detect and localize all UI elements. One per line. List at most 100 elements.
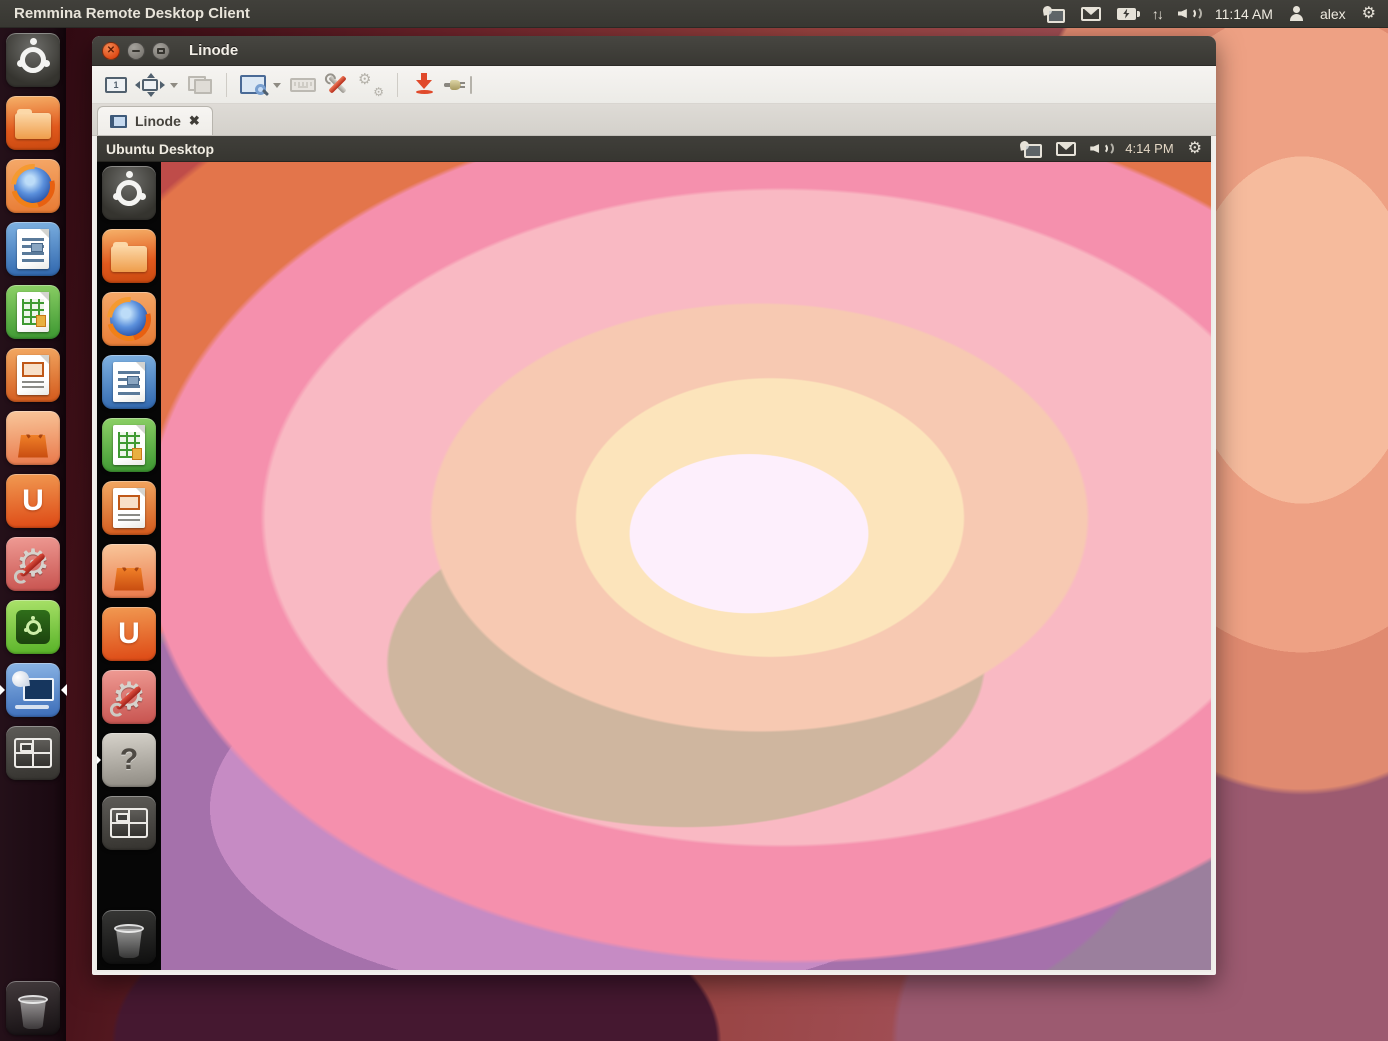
focused-indicator-arrow (61, 684, 67, 696)
magnifier-icon (255, 84, 266, 95)
settings-button[interactable]: ⚙⚙ (357, 70, 385, 100)
ubuntu-one-icon: U (22, 484, 44, 518)
shopping-bag-icon (18, 435, 48, 458)
launcher-item-software-updater[interactable] (6, 600, 60, 654)
disconnect-button[interactable] (444, 70, 472, 100)
remote-wallpaper[interactable] (161, 162, 1211, 970)
launcher-item-workspace-switcher[interactable] (6, 726, 60, 780)
scale-dropdown-caret[interactable] (273, 83, 281, 92)
keyboard-icon (290, 78, 316, 92)
active-app-title: Remmina Remote Desktop Client (0, 5, 250, 22)
launcher-item-firefox[interactable] (6, 159, 60, 213)
minimize-button[interactable] (127, 42, 145, 60)
remote-launcher-item-libreoffice-calc[interactable] (102, 418, 156, 472)
remote-viewport[interactable]: Ubuntu Desktop 4:14 PM ⚙ (95, 136, 1213, 972)
username-label[interactable]: alex (1320, 6, 1346, 22)
calc-document-icon (113, 425, 145, 465)
tab-label: Linode (135, 113, 181, 129)
remote-launcher-item-firefox[interactable] (102, 292, 156, 346)
remote-launcher: U ⚙ ? (97, 162, 161, 970)
plug-icon (444, 76, 472, 94)
battery-icon[interactable] (1117, 8, 1136, 20)
launcher-item-ubuntu-one[interactable]: U (6, 474, 60, 528)
window-title: Linode (189, 42, 238, 59)
scaled-mode-button[interactable] (239, 70, 267, 100)
launcher-item-trash[interactable] (6, 981, 60, 1035)
grab-keyboard-button[interactable] (289, 70, 317, 100)
sync-arrows-icon[interactable]: ↑↓ (1152, 6, 1162, 22)
software-updater-icon (16, 610, 50, 644)
host-launcher: U ⚙ (0, 28, 66, 1041)
remote-launcher-item-trash[interactable] (102, 910, 156, 964)
ubuntu-logo-icon (20, 47, 46, 73)
tab-linode[interactable]: Linode ✖ (97, 106, 213, 135)
remmina-window: ✕ Linode 1 ⚙⚙ Linod (92, 36, 1216, 975)
launcher-item-libreoffice-writer[interactable] (6, 222, 60, 276)
workspace-grid-icon (14, 738, 52, 768)
duplicate-connection-button[interactable] (186, 70, 214, 100)
tools-icon (325, 73, 349, 97)
remmina-icon (12, 671, 54, 709)
remote-screens-icon (110, 115, 127, 128)
remmina-toolbar: 1 ⚙⚙ (92, 66, 1216, 104)
remote-clock[interactable]: 4:14 PM (1125, 141, 1173, 156)
mail-icon[interactable] (1081, 7, 1101, 21)
remote-desktop-indicator-icon[interactable] (1043, 6, 1065, 22)
download-arrow-icon (414, 73, 434, 97)
launcher-item-remmina[interactable] (6, 663, 60, 717)
ubuntu-logo-icon (116, 180, 142, 206)
duplicate-icon (188, 76, 212, 94)
maximize-button[interactable] (152, 42, 170, 60)
fullscreen-button[interactable]: 1 (102, 70, 130, 100)
launcher-item-files[interactable] (6, 96, 60, 150)
remote-launcher-item-system-settings[interactable]: ⚙ (102, 670, 156, 724)
remote-launcher-item-libreoffice-writer[interactable] (102, 355, 156, 409)
connection-tab-bar: Linode ✖ (92, 104, 1216, 136)
tab-close-icon[interactable]: ✖ (189, 113, 200, 129)
remote-launcher-item-help[interactable]: ? (102, 733, 156, 787)
fit-dropdown-caret[interactable] (170, 83, 178, 92)
launcher-item-system-settings[interactable]: ⚙ (6, 537, 60, 591)
writer-document-icon (113, 362, 145, 402)
mail-icon[interactable] (1056, 142, 1076, 156)
folder-icon (15, 113, 51, 139)
calc-document-icon (17, 292, 49, 332)
preferences-button[interactable] (323, 70, 351, 100)
launcher-item-dash-home[interactable] (6, 33, 60, 87)
volume-icon[interactable] (1178, 6, 1199, 21)
remote-tray: 4:14 PM ⚙ (1020, 141, 1202, 157)
running-indicator-arrow (0, 684, 5, 696)
remote-launcher-item-ubuntu-one[interactable]: U (102, 607, 156, 661)
launcher-item-libreoffice-calc[interactable] (6, 285, 60, 339)
launcher-item-libreoffice-impress[interactable] (6, 348, 60, 402)
toolbar-separator (226, 73, 227, 97)
launcher-item-software-center[interactable] (6, 411, 60, 465)
remote-launcher-item-files[interactable] (102, 229, 156, 283)
user-icon[interactable] (1289, 6, 1304, 21)
fullscreen-icon: 1 (105, 77, 127, 93)
trash-icon (114, 924, 144, 958)
host-clock[interactable]: 11:14 AM (1215, 6, 1273, 22)
close-button[interactable]: ✕ (102, 42, 120, 60)
remote-launcher-item-dash-home[interactable] (102, 166, 156, 220)
screenshot-button[interactable] (410, 70, 438, 100)
remote-desktop-body: U ⚙ ? (97, 162, 1211, 970)
remote-desktop-indicator-icon[interactable] (1020, 141, 1042, 157)
auto-fit-button[interactable] (136, 70, 164, 100)
remote-panel-title: Ubuntu Desktop (106, 141, 214, 157)
session-gear-icon[interactable]: ⚙ (1188, 141, 1202, 157)
shopping-bag-icon (114, 568, 144, 591)
impress-document-icon (17, 355, 49, 395)
session-gear-icon[interactable]: ⚙ (1362, 6, 1376, 22)
remote-launcher-item-libreoffice-impress[interactable] (102, 481, 156, 535)
window-titlebar[interactable]: ✕ Linode (92, 36, 1216, 66)
writer-document-icon (17, 229, 49, 269)
remote-launcher-item-software-center[interactable] (102, 544, 156, 598)
impress-document-icon (113, 488, 145, 528)
gears-icon: ⚙⚙ (358, 74, 384, 96)
workspace-grid-icon (110, 808, 148, 838)
trash-icon (18, 995, 48, 1029)
remote-launcher-item-workspace-switcher[interactable] (102, 796, 156, 850)
fit-window-icon (137, 74, 163, 96)
volume-icon[interactable] (1090, 141, 1111, 156)
